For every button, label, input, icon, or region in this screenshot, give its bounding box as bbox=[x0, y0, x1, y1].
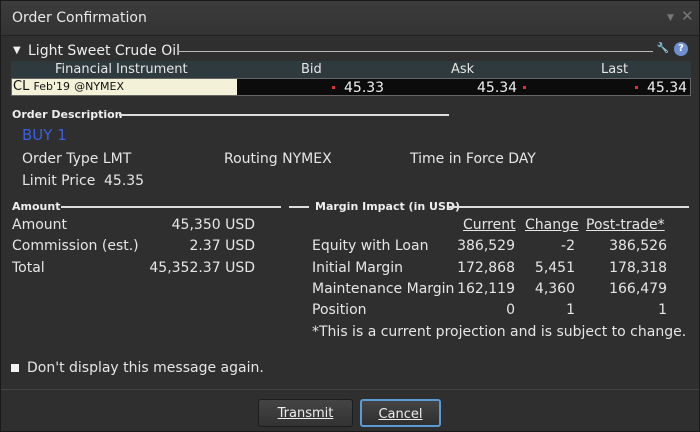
limit-price-value: 45.35 bbox=[104, 173, 145, 189]
transmit-button-label: Transmit bbox=[277, 406, 334, 421]
window-title: Order Confirmation bbox=[12, 10, 147, 26]
order-action: BUY 1 bbox=[22, 126, 67, 144]
cancel-button[interactable]: Cancel bbox=[360, 399, 441, 427]
margin-row-change: 5,451 bbox=[534, 260, 575, 276]
wrench-icon[interactable]: 🔧 bbox=[656, 42, 670, 56]
instrument-cell[interactable]: CL Feb'19 @NYMEX bbox=[12, 79, 237, 95]
bid-value: 45.33 bbox=[344, 80, 385, 96]
amount-heading: Amount bbox=[12, 200, 61, 213]
total-label: Total bbox=[12, 260, 45, 276]
instrument-symbol: CL bbox=[13, 79, 30, 94]
margin-heading: Margin Impact (in USD) bbox=[315, 200, 461, 213]
commission-value: 2.37 USD bbox=[189, 238, 255, 254]
margin-col-current: Current bbox=[463, 217, 516, 233]
margin-row-post: 166,479 bbox=[609, 281, 667, 297]
commission-label: Commission (est.) bbox=[12, 238, 139, 254]
amount-divider bbox=[61, 206, 281, 208]
ask-value: 45.34 bbox=[477, 80, 518, 96]
margin-col-post: Post-trade* bbox=[586, 217, 665, 233]
bid-tick-icon bbox=[332, 86, 335, 89]
cancel-button-label: Cancel bbox=[378, 407, 423, 422]
order-time-in-force: Time in Force DAY bbox=[410, 151, 536, 167]
transmit-button[interactable]: Transmit bbox=[258, 399, 353, 427]
collapse-triangle-icon[interactable]: ▼ bbox=[13, 45, 21, 56]
chevron-down-icon[interactable]: ▼ bbox=[667, 13, 674, 23]
margin-col-change: Change bbox=[525, 217, 579, 233]
margin-row-label: Position bbox=[312, 302, 367, 318]
last-tick-icon bbox=[635, 86, 638, 89]
limit-price-label: Limit Price bbox=[22, 173, 96, 189]
margin-row-post: 178,318 bbox=[609, 260, 667, 276]
header-instrument: Financial Instrument bbox=[55, 62, 188, 77]
instrument-section-title: Light Sweet Crude Oil bbox=[28, 43, 181, 59]
margin-note: *This is a current projection and is sub… bbox=[312, 324, 687, 340]
header-ask: Ask bbox=[451, 62, 475, 77]
order-description-heading: Order Description bbox=[12, 108, 123, 121]
margin-row-change: -2 bbox=[561, 238, 575, 254]
instrument-section-header: ▼ Light Sweet Crude Oil 🔧 ? bbox=[11, 42, 691, 61]
margin-row-label: Equity with Loan bbox=[312, 238, 429, 254]
margin-row-post: 1 bbox=[658, 302, 667, 318]
amount-label: Amount bbox=[12, 217, 68, 233]
margin-divider-right bbox=[449, 206, 689, 208]
order-type: Order Type LMT bbox=[22, 151, 132, 167]
margin-row-change: 1 bbox=[566, 302, 575, 318]
margin-row-post: 386,526 bbox=[609, 238, 667, 254]
margin-row-current: 386,529 bbox=[457, 238, 515, 254]
margin-row-current: 172,868 bbox=[457, 260, 515, 276]
footer-divider bbox=[1, 389, 699, 390]
close-icon[interactable]: ✕ bbox=[681, 7, 694, 25]
amount-value: 45,350 USD bbox=[171, 217, 255, 233]
margin-row-current: 0 bbox=[506, 302, 515, 318]
total-value: 45,352.37 USD bbox=[149, 260, 255, 276]
instrument-table-header: Financial Instrument Bid Ask Last bbox=[11, 61, 691, 78]
last-value: 45.34 bbox=[647, 80, 688, 96]
margin-divider-left bbox=[289, 206, 309, 208]
instrument-contract: Feb'19 bbox=[33, 80, 70, 93]
dont-display-checkbox[interactable] bbox=[11, 364, 19, 372]
order-routing: Routing NYMEX bbox=[224, 151, 332, 167]
instrument-exchange: @NYMEX bbox=[74, 80, 125, 93]
title-bar: Order Confirmation ▼ ✕ bbox=[1, 1, 699, 36]
instrument-row[interactable]: CL Feb'19 @NYMEX 45.33 45.34 45.34 bbox=[11, 78, 691, 96]
section-divider bbox=[179, 51, 653, 52]
margin-row-label: Maintenance Margin bbox=[312, 281, 455, 297]
margin-row-current: 162,119 bbox=[457, 281, 515, 297]
header-bid: Bid bbox=[301, 62, 322, 77]
margin-row-change: 4,360 bbox=[534, 281, 575, 297]
dont-display-label[interactable]: Don't display this message again. bbox=[27, 360, 264, 376]
header-last: Last bbox=[601, 62, 629, 77]
help-icon[interactable]: ? bbox=[674, 42, 688, 56]
margin-row-label: Initial Margin bbox=[312, 260, 404, 276]
ask-tick-icon bbox=[523, 86, 526, 89]
order-confirmation-window: Order Confirmation ▼ ✕ ▼ Light Sweet Cru… bbox=[0, 0, 700, 432]
order-description-divider bbox=[119, 114, 449, 116]
